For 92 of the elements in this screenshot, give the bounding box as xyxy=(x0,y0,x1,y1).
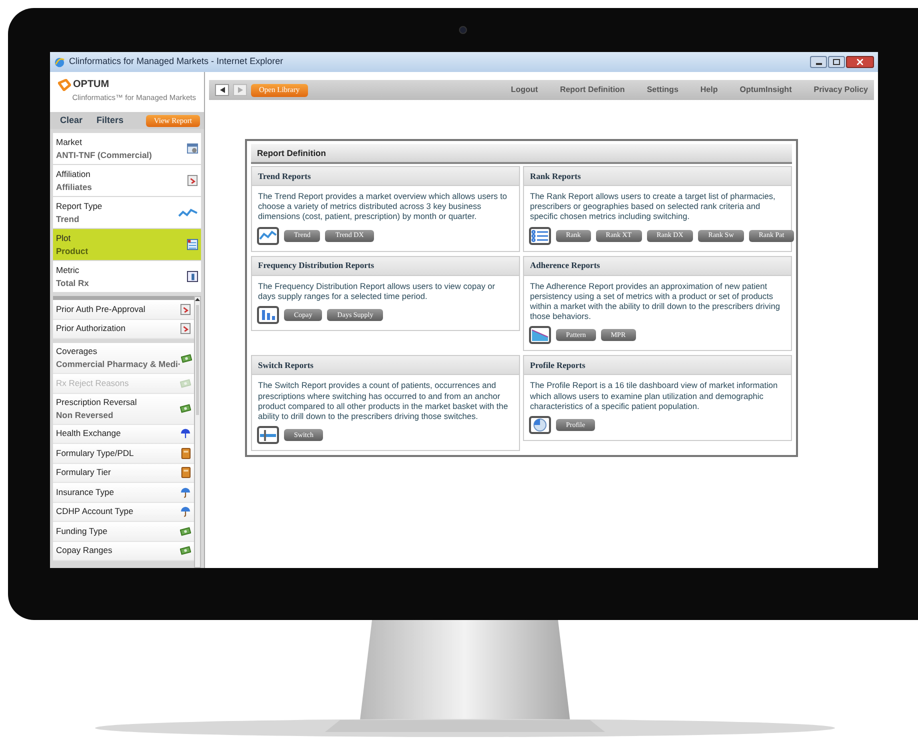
filter-value: Product xyxy=(56,244,88,258)
filter-label: CDHP Account Type xyxy=(56,505,134,518)
report-title: Switch Reports xyxy=(258,359,314,372)
browser-icon xyxy=(54,56,65,68)
scroll-up-icon xyxy=(195,297,200,303)
camera-icon xyxy=(459,26,467,34)
filter-label: Prior Authorization xyxy=(56,322,126,336)
money-icon xyxy=(180,526,191,537)
filter-label: Copay Ranges xyxy=(56,544,112,558)
report-description: The Switch Report provides a count of patients, occurrences and prescriptions where switching has occurred to and from an anchor product compared to all other products in the market basket with the ability to drill down to the prescribers driving those switches. xyxy=(257,379,509,422)
umbrella-icon xyxy=(180,506,191,518)
report-description: The Adherence Report provides an approximation of new patient persistency using a set of metrics with a product or set of products within a market with the ability to drill down to the prescribers driving those behaviors. xyxy=(529,280,781,322)
money-icon xyxy=(180,403,191,414)
report-description: The Rank Report allows users to create a target list of pharmacies, prescribers or geographies based on selected rank criteria and specific chosen metrics including switching. xyxy=(529,190,776,222)
nav-link[interactable]: Logout xyxy=(510,84,538,96)
area-chart-icon xyxy=(529,326,551,344)
filter-label: Prescription Reversal xyxy=(56,396,137,408)
filter-item[interactable]: Prior Authorization xyxy=(53,320,194,339)
line-chart-icon xyxy=(178,208,198,218)
filter-item[interactable]: CDHP Account Type xyxy=(53,502,194,522)
report-title: Rank Reports xyxy=(530,170,581,182)
filter-value: Commercial Pharmacy & Medi· xyxy=(56,358,181,371)
filter-item[interactable]: Copay Ranges xyxy=(53,542,194,561)
filter-item[interactable]: Metric Total Rx xyxy=(53,261,201,292)
money-icon xyxy=(180,545,191,556)
filter-label: Rx Reject Reasons xyxy=(56,376,129,390)
brand-name: OPTUM xyxy=(73,78,110,92)
filter-label: Report Type xyxy=(56,200,102,212)
book-icon xyxy=(180,448,191,459)
report-title: Adherence Reports xyxy=(530,259,600,272)
report-title: Frequency Distribution Reports xyxy=(258,259,374,272)
filter-label: Formulary Type/PDL xyxy=(56,446,134,460)
filter-item[interactable]: Health Exchange xyxy=(53,424,194,444)
nav-link[interactable]: Privacy Policy xyxy=(814,84,868,96)
umbrella-icon xyxy=(180,486,191,498)
nav-link[interactable]: Report Definition xyxy=(560,84,625,96)
filter-item[interactable]: Affiliation Affiliates xyxy=(53,165,201,196)
minimize-button[interactable] xyxy=(810,56,827,68)
filter-value: Total Rx xyxy=(56,276,89,290)
back-arrow-icon xyxy=(220,87,224,93)
umbrella-icon xyxy=(180,428,191,440)
table-icon xyxy=(187,239,198,250)
back-button[interactable] xyxy=(215,84,229,96)
filter-item[interactable]: Report Type Trend xyxy=(53,197,201,228)
filter-value: Trend xyxy=(56,212,80,226)
filter-label: Plot xyxy=(56,232,72,244)
filter-item[interactable]: Prescription Reversal Non Reversed xyxy=(53,394,194,424)
filter-value: Affiliates xyxy=(56,180,92,194)
filter-label: Insurance Type xyxy=(56,486,114,499)
close-icon xyxy=(857,59,863,65)
filter-label: Funding Type xyxy=(56,524,108,538)
filter-label: Affiliation xyxy=(56,168,92,180)
filter-label: Formulary Tier xyxy=(56,466,111,480)
window-title: Clinformatics for Managed Markets - Internet Explorer xyxy=(69,55,284,68)
line-chart-icon xyxy=(257,226,279,245)
report-title: Trend Reports xyxy=(258,170,311,182)
report-description: The Profile Report is a 16 tile dashboard view of market information which allows users to examine plan utilization and demographic characteristics of a specific patient population. xyxy=(529,379,779,412)
book-icon xyxy=(180,467,191,478)
report-description: The Frequency Distribution Report allows users to view copay or days supply ranges for a selected time period. xyxy=(257,280,496,302)
money-icon xyxy=(180,352,192,364)
bar-chart-icon xyxy=(257,306,279,324)
nav-link[interactable]: Help xyxy=(700,84,718,96)
nav-link[interactable]: OptumInsight xyxy=(740,84,792,96)
filter-label: Market xyxy=(56,136,83,148)
filter-value: Non Reversed xyxy=(56,408,114,422)
money-icon xyxy=(180,378,191,389)
maximize-icon xyxy=(833,59,840,65)
close-button[interactable] xyxy=(846,56,874,68)
nav-link[interactable]: Settings xyxy=(646,84,678,96)
maximize-button[interactable] xyxy=(828,56,845,68)
filter-label: Metric xyxy=(56,264,80,276)
scrollbar[interactable] xyxy=(194,296,201,568)
slider-icon xyxy=(257,426,279,444)
panel-title: Report Definition xyxy=(257,146,326,160)
filter-label: Prior Auth Pre-Approval xyxy=(56,302,146,316)
report-description: The Trend Report provides a market overview which allows users to choose a variety of metrics distributed across 3 key business dimensions (cost, patient, prescription) by month or quarter. xyxy=(257,190,508,222)
filter-label: Health Exchange xyxy=(56,427,121,440)
minimize-icon xyxy=(816,63,822,65)
optum-logo-icon xyxy=(58,78,71,90)
filter-item[interactable]: Market ANTI-TNF (Commercial) xyxy=(53,133,201,164)
pie-chart-icon xyxy=(529,416,551,434)
report-title: Profile Reports xyxy=(530,359,586,372)
filter-item[interactable]: Formulary Tier xyxy=(53,464,194,483)
clear-button[interactable]: Clear xyxy=(54,114,89,128)
calendar-icon xyxy=(187,143,198,154)
filters-button[interactable]: Filters xyxy=(90,114,130,128)
filter-label: Coverages xyxy=(56,345,98,358)
bar-chart-icon xyxy=(187,271,198,282)
filter-item[interactable]: Plot Product xyxy=(53,229,201,260)
filter-value: ANTI-TNF (Commercial) xyxy=(56,148,152,162)
forward-arrow-icon xyxy=(238,87,242,93)
list-icon xyxy=(529,226,551,245)
